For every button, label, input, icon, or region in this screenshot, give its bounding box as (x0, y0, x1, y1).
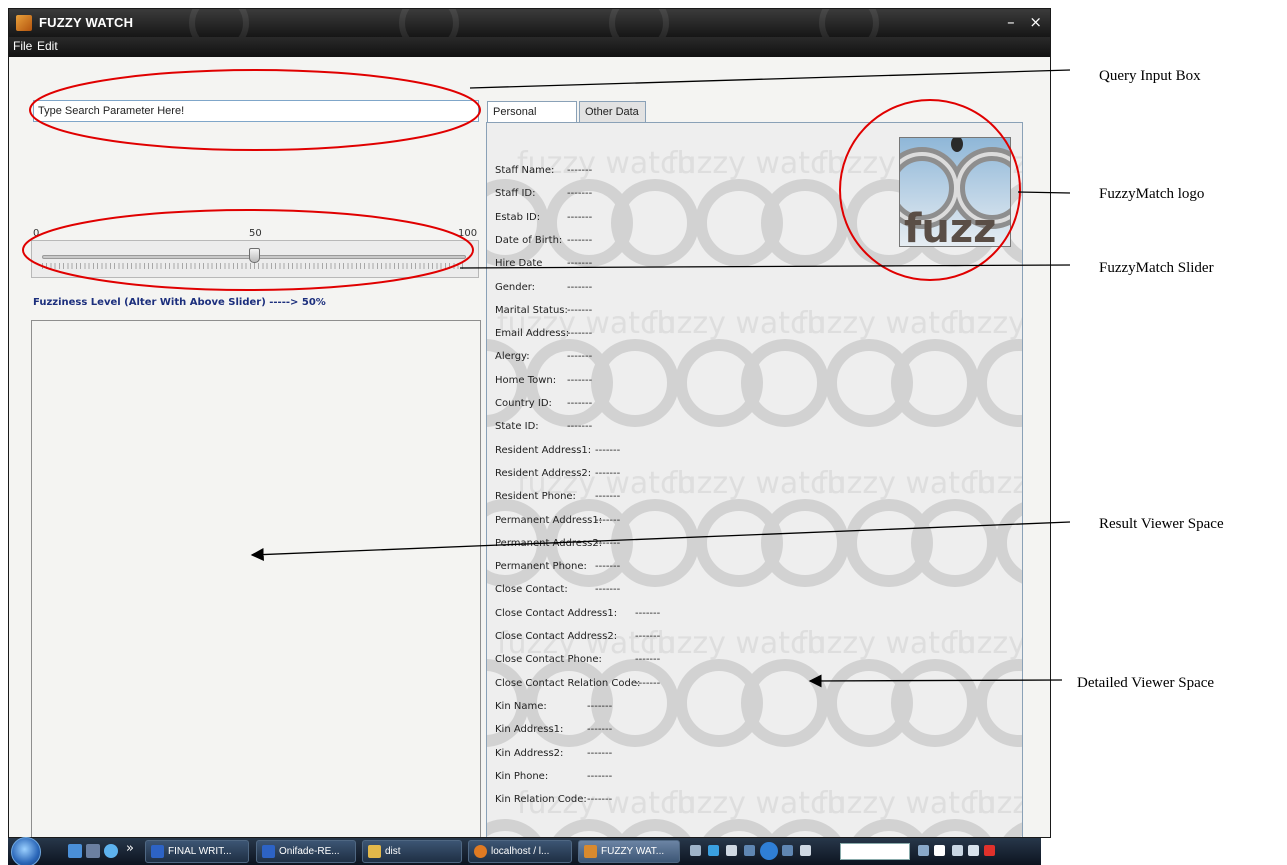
annotation-query-input: Query Input Box (1099, 68, 1201, 84)
query-input-leader (469, 69, 1071, 89)
slider-highlight (22, 209, 474, 291)
annotation-layer: Query Input Box FuzzyMatch logo FuzzyMat… (22, 68, 1224, 691)
detail-viewer-arrow (808, 674, 1063, 688)
logo-highlight (839, 99, 1021, 281)
query-input-highlight (29, 69, 481, 151)
annotation-logo: FuzzyMatch logo (1099, 186, 1204, 202)
logo-leader (1017, 191, 1071, 194)
annotation-detail-viewer: Detailed Viewer Space (1077, 675, 1214, 691)
annotation-result-viewer: Result Viewer Space (1099, 516, 1224, 532)
result-viewer-arrow (250, 521, 1071, 562)
annotation-slider: FuzzyMatch Slider (1099, 260, 1214, 276)
